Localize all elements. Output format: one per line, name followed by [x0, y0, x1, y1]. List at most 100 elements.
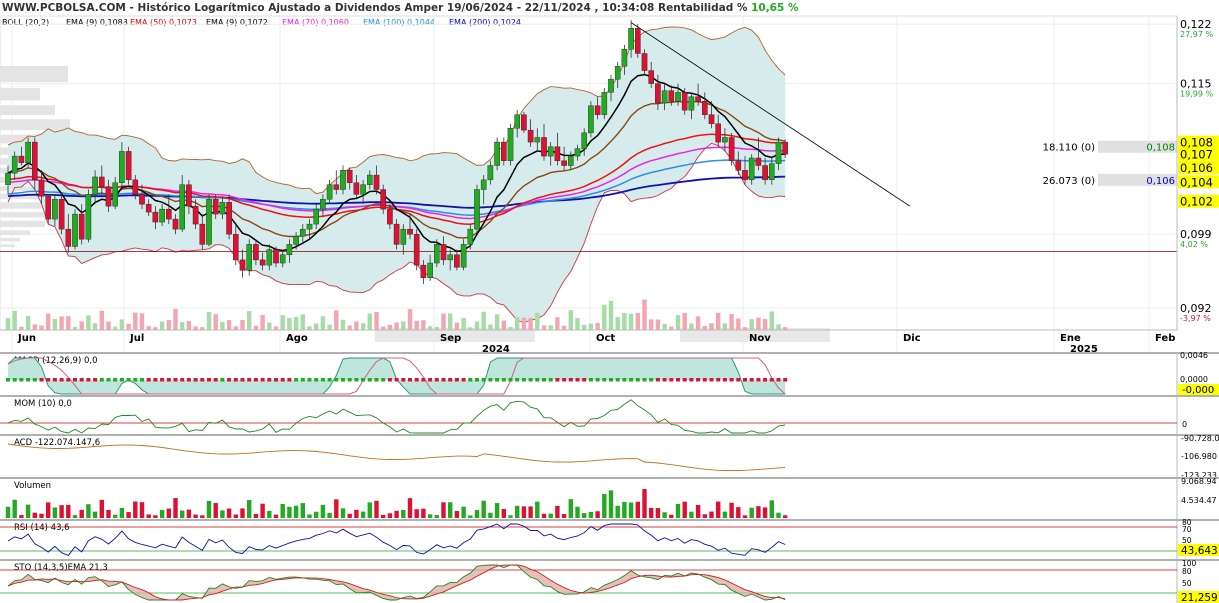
macd-hist	[642, 378, 647, 382]
macd-hist	[39, 378, 44, 382]
volume-bar	[515, 317, 520, 330]
candle-body	[72, 213, 78, 247]
candle-body	[5, 172, 11, 185]
volume-bar	[387, 325, 393, 330]
candle-body	[45, 196, 51, 220]
volume-bar	[374, 311, 379, 330]
candle-body	[608, 79, 614, 93]
volume-bar	[39, 513, 44, 518]
site-name: WWW.PCBOLSA.COM	[2, 2, 126, 14]
candle-body	[11, 155, 18, 174]
volume-bar	[86, 315, 91, 330]
legend-item: BOLL (20,2)	[2, 18, 49, 27]
candle-body	[581, 132, 587, 149]
macd-hist	[186, 378, 191, 382]
candle-body	[279, 254, 286, 264]
macd-hist	[126, 378, 131, 382]
volume-bar	[186, 321, 192, 330]
candle-body	[199, 223, 206, 245]
candle-body	[413, 233, 420, 266]
macd-hist	[676, 378, 680, 382]
volume-bar	[287, 506, 292, 518]
volume-bar	[92, 323, 98, 330]
volume-bar	[59, 505, 64, 518]
volume-bar	[461, 506, 466, 518]
macd-hist	[247, 378, 252, 382]
volume-profile-bar	[0, 220, 45, 227]
candle-body	[574, 148, 581, 157]
volume-bar	[575, 506, 580, 518]
volume-bar	[99, 310, 104, 330]
volume-bar	[548, 325, 553, 330]
stock-chart[interactable]: WWW.PCBOLSA.COM - Histórico Logarítmico …	[0, 0, 1219, 603]
candle-body	[702, 101, 708, 115]
macd-hist	[233, 378, 238, 382]
volume-bar	[387, 513, 393, 518]
candle-body	[92, 176, 98, 195]
macd-hist	[32, 378, 37, 382]
legend-item: EMA (9) 0,1072	[206, 18, 268, 27]
macd-hist	[327, 378, 332, 382]
title-rest: - Histórico Logarítmico Ajustado a Divid…	[126, 2, 748, 14]
volume-bar	[260, 314, 265, 330]
pane-bg	[0, 436, 1219, 477]
volume-bar	[448, 502, 453, 518]
candle-body	[239, 259, 246, 271]
candle-body	[681, 92, 688, 111]
volume-profile-bar	[0, 87, 40, 101]
volume-bar	[381, 514, 386, 518]
macd-hist	[220, 378, 225, 382]
candle-body	[527, 129, 534, 143]
candle-body	[85, 194, 92, 240]
volume-bar	[615, 505, 620, 518]
volume-bar	[695, 504, 701, 518]
volume-bar	[521, 317, 527, 330]
pane-separator	[0, 395, 1219, 397]
candle	[635, 24, 641, 58]
candle-body	[320, 199, 326, 210]
volume-bar	[126, 512, 131, 518]
volume-bar	[548, 513, 553, 518]
pane-tick: 80	[1182, 567, 1192, 576]
volume-bar	[602, 494, 607, 518]
volume-bar	[742, 515, 748, 518]
candle-body	[212, 199, 219, 215]
macd-hist	[662, 378, 667, 382]
macd-hist	[260, 378, 265, 382]
macd-hist	[367, 378, 372, 382]
macd-hist	[280, 378, 285, 382]
candle-body	[152, 211, 159, 223]
macd-hist	[300, 378, 305, 382]
candle-body	[735, 160, 742, 171]
volume-bar	[273, 514, 279, 518]
rentabilidad: 10,65 %	[751, 2, 799, 14]
volume-bar	[66, 504, 71, 518]
volume-bar	[220, 510, 225, 518]
volume-profile-bar	[0, 105, 55, 116]
candle-body	[547, 146, 554, 157]
volume-bar	[649, 507, 654, 518]
volume-bar	[360, 511, 366, 518]
candle-body	[353, 182, 360, 195]
pane-tick: 70	[1182, 525, 1192, 534]
order-qty: 26.073 (0)	[1043, 176, 1095, 187]
volume-bar	[173, 498, 178, 518]
volume-bar	[414, 509, 419, 518]
candle-body	[474, 189, 480, 230]
macd-hist	[508, 378, 513, 382]
volume-bar	[260, 503, 265, 518]
pane-tick: 4.534.47	[1181, 496, 1217, 505]
volume-bar	[582, 324, 587, 330]
candle-body	[688, 96, 695, 111]
macd-hist	[615, 378, 620, 382]
volume-bar	[180, 322, 185, 330]
candle-body	[594, 105, 601, 115]
macd-hist	[86, 378, 91, 382]
macd-hist	[113, 378, 118, 382]
candle-body	[400, 228, 407, 245]
macd-hist	[488, 378, 493, 382]
candle	[206, 194, 212, 247]
macd-hist	[689, 378, 694, 382]
volume-bar	[320, 504, 326, 518]
candle-body	[165, 208, 172, 220]
